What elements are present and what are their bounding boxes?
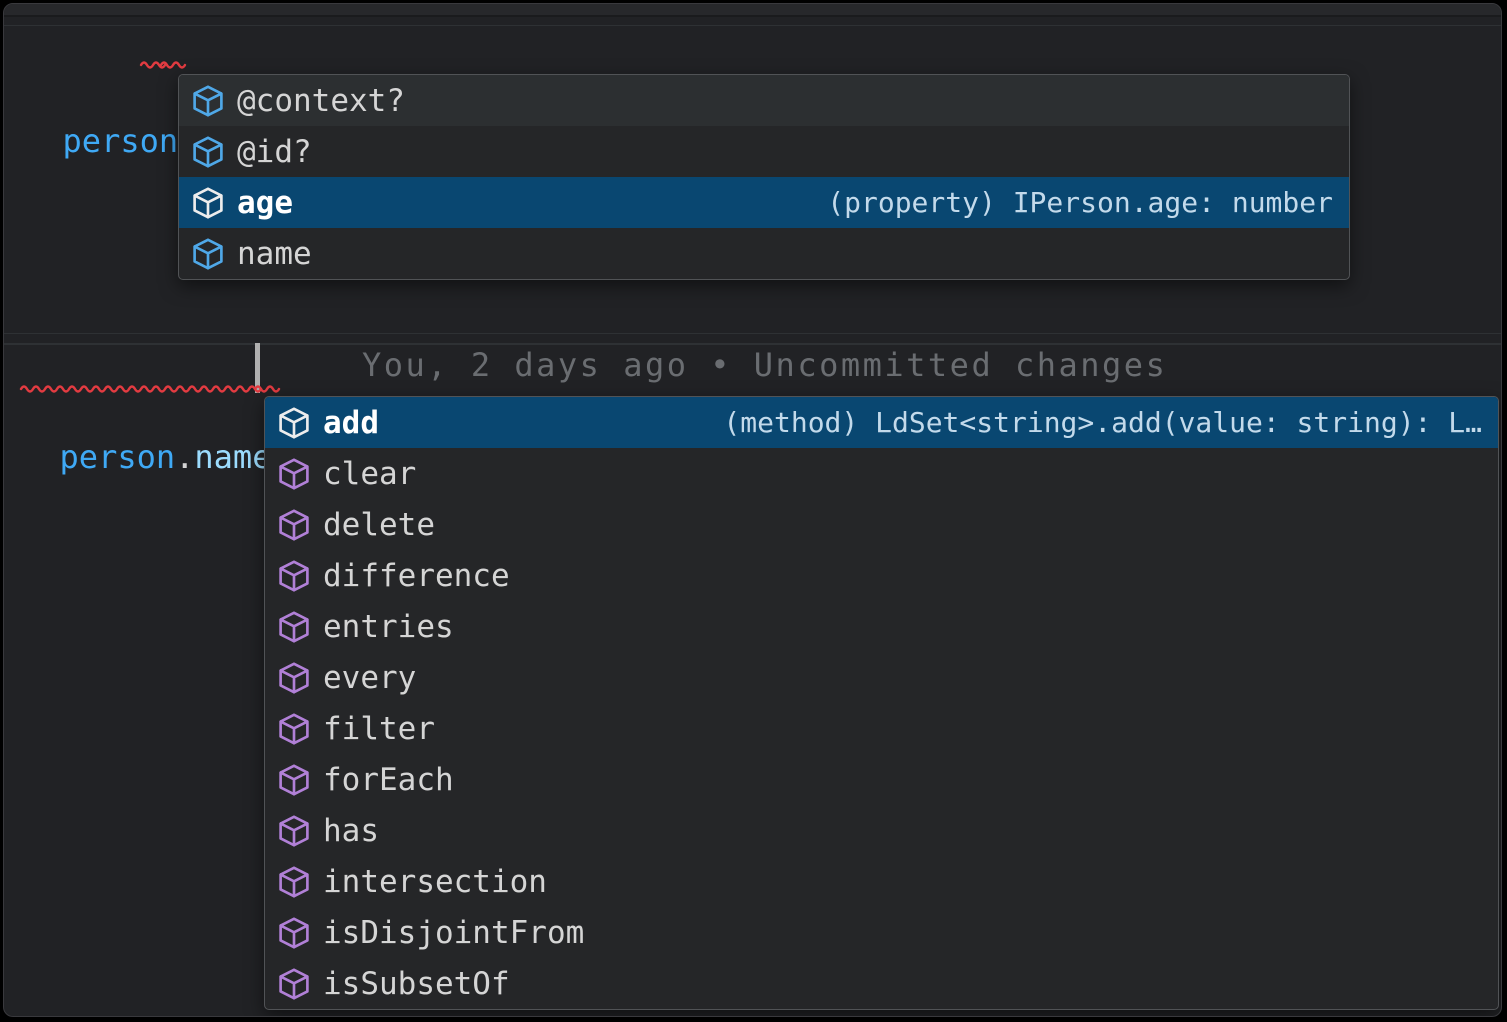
suggest-item-label: intersection (323, 864, 547, 900)
code-token: name (194, 438, 271, 476)
suggest-item-label: age (237, 185, 293, 221)
symbol-method-icon (277, 916, 311, 950)
suggest-widget-properties: @context? @id? age (property) IPerson.ag… (178, 74, 1350, 280)
error-squiggle (21, 384, 253, 394)
suggest-item-label: clear (323, 456, 416, 492)
suggest-item[interactable]: age (property) IPerson.age: number (179, 177, 1349, 228)
suggest-item[interactable]: difference (265, 550, 1498, 601)
symbol-method-icon (277, 763, 311, 797)
suggest-item-label: forEach (323, 762, 454, 798)
symbol-method-icon (277, 406, 311, 440)
symbol-method-icon (277, 610, 311, 644)
symbol-method-icon (277, 508, 311, 542)
suggest-item-label: delete (323, 507, 435, 543)
symbol-method-icon (277, 865, 311, 899)
suggest-item-label: isDisjointFrom (323, 915, 584, 951)
suggest-item[interactable]: delete (265, 499, 1498, 550)
suggest-item-label: @context? (237, 83, 405, 119)
suggest-item-detail: (method) LdSet<string>.add(value: string… (723, 406, 1482, 439)
suggest-item[interactable]: filter (265, 703, 1498, 754)
suggest-item-label: difference (323, 558, 510, 594)
window-top-edge (4, 4, 1501, 17)
suggest-item-label: filter (323, 711, 435, 747)
suggest-item-label: every (323, 660, 416, 696)
git-blame-annotation: You, 2 days ago • Uncommitted changes (362, 342, 1167, 388)
symbol-method-icon (277, 457, 311, 491)
suggest-item-detail: (property) IPerson.age: number (827, 186, 1333, 219)
symbol-method-icon (277, 559, 311, 593)
line-highlight-border (4, 333, 1501, 334)
symbol-method-icon (277, 661, 311, 695)
symbol-property-icon (191, 135, 225, 169)
suggest-item[interactable]: name (179, 228, 1349, 279)
suggest-item-label: has (323, 813, 379, 849)
editor-window: person.; @context? @id? (3, 3, 1502, 1017)
suggest-widget-methods: add (method) LdSet<string>.add(value: st… (264, 396, 1499, 1010)
suggest-item[interactable]: clear (265, 448, 1498, 499)
error-squiggle (141, 60, 158, 70)
suggest-item[interactable]: @context? (179, 75, 1349, 126)
suggest-item[interactable]: every (265, 652, 1498, 703)
error-squiggle (255, 384, 269, 394)
symbol-property-icon (191, 186, 225, 220)
code-token: person (63, 122, 179, 160)
suggest-item[interactable]: add (method) LdSet<string>.add(value: st… (265, 397, 1498, 448)
symbol-property-icon (191, 84, 225, 118)
suggest-item[interactable]: entries (265, 601, 1498, 652)
code-token: person (60, 438, 176, 476)
symbol-method-icon (277, 967, 311, 1001)
suggest-item[interactable]: has (265, 805, 1498, 856)
suggest-item[interactable]: forEach (265, 754, 1498, 805)
suggest-item-label: add (323, 405, 379, 441)
line-highlight-border (4, 25, 1501, 26)
code-token: . (175, 438, 194, 476)
symbol-property-icon (191, 237, 225, 271)
suggest-item[interactable]: isDisjointFrom (265, 907, 1498, 958)
error-squiggle (161, 60, 182, 70)
suggest-item-label: entries (323, 609, 454, 645)
suggest-item-label: name (237, 236, 312, 272)
code-line-2[interactable]: person.name. (21, 342, 291, 480)
suggest-item[interactable]: isSubsetOf (265, 958, 1498, 1009)
symbol-method-icon (277, 814, 311, 848)
symbol-method-icon (277, 712, 311, 746)
suggest-item[interactable]: @id? (179, 126, 1349, 177)
suggest-item[interactable]: intersection (265, 856, 1498, 907)
suggest-item-label: isSubsetOf (323, 966, 510, 1002)
suggest-item-label: @id? (237, 134, 312, 170)
